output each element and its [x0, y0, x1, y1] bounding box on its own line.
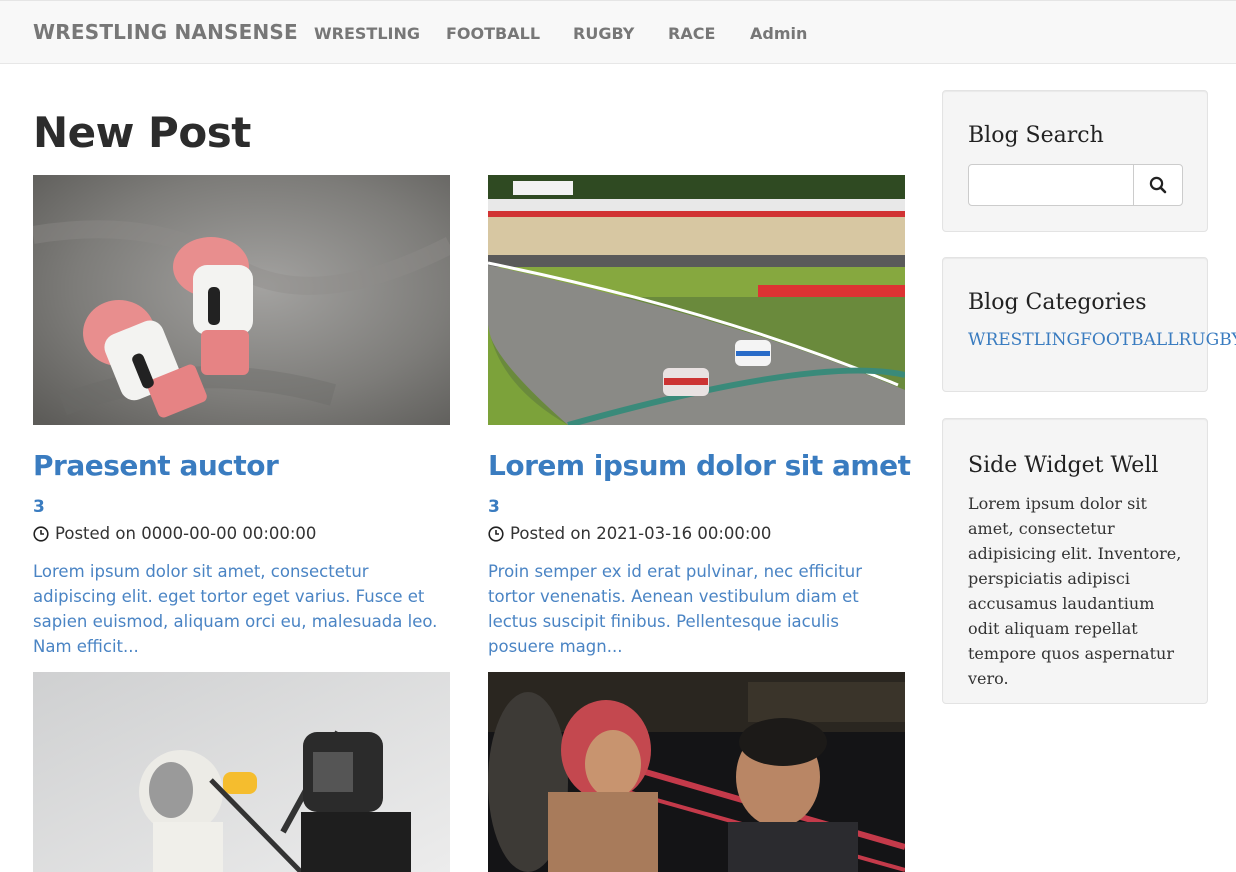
post-title[interactable]: Lorem ipsum dolor sit amet: [488, 449, 910, 482]
navbar: WRESTLING NANSENSE WRESTLING FOOTBALL RU…: [0, 0, 1236, 64]
post-excerpt: Proin semper ex id erat pulvinar, nec ef…: [488, 559, 905, 659]
search-well: Blog Search: [942, 90, 1208, 232]
categories-list: WRESTLINGFOOTBALLRUGBY: [968, 330, 1236, 350]
post-image-race-track[interactable]: [488, 175, 905, 425]
clock-icon: [33, 526, 49, 542]
post-date: Posted on 2021-03-16 00:00:00: [510, 524, 771, 543]
clock-icon: [488, 526, 504, 542]
categories-well: Blog Categories WRESTLINGFOOTBALLRUGBY: [942, 257, 1208, 392]
side-widget-title: Side Widget Well: [968, 453, 1158, 478]
navbar-brand[interactable]: WRESTLING NANSENSE: [33, 20, 298, 44]
search-icon: [1149, 176, 1167, 194]
search-button[interactable]: [1133, 164, 1183, 206]
nav-item-race[interactable]: RACE: [668, 24, 715, 43]
post-count[interactable]: 3: [33, 497, 45, 517]
post-count[interactable]: 3: [488, 497, 500, 517]
post-card: Praesent auctor 3 Posted on 0000-00-00 0…: [33, 175, 450, 425]
nav-item-rugby[interactable]: RUGBY: [573, 24, 634, 43]
side-widget-well: Side Widget Well Lorem ipsum dolor sit a…: [942, 418, 1208, 704]
category-link-wrestling[interactable]: WRESTLING: [968, 330, 1080, 350]
nav-item-wrestling[interactable]: WRESTLING: [314, 24, 420, 43]
page-title: New Post: [33, 108, 251, 157]
search-input[interactable]: [968, 164, 1134, 206]
post-meta: Posted on 2021-03-16 00:00:00: [488, 524, 771, 543]
post-image-lego-fencing[interactable]: [33, 672, 450, 872]
post-excerpt: Lorem ipsum dolor sit amet, consectetur …: [33, 559, 450, 659]
categories-title: Blog Categories: [968, 290, 1147, 315]
post-meta: Posted on 0000-00-00 00:00:00: [33, 524, 316, 543]
side-widget-text: Lorem ipsum dolor sit amet, consectetur …: [968, 491, 1188, 691]
category-link-football[interactable]: FOOTBALL: [1080, 330, 1178, 350]
post-image-boxing-match[interactable]: [488, 672, 905, 872]
nav-item-admin[interactable]: Admin: [750, 24, 807, 43]
post-title[interactable]: Praesent auctor: [33, 449, 278, 482]
nav-item-football[interactable]: FOOTBALL: [446, 24, 540, 43]
post-card: Lorem ipsum dolor sit amet 3 Posted on 2…: [488, 175, 905, 425]
category-link-rugby[interactable]: RUGBY: [1179, 330, 1236, 350]
search-title: Blog Search: [968, 123, 1104, 148]
post-date: Posted on 0000-00-00 00:00:00: [55, 524, 316, 543]
post-image-boxing-gloves[interactable]: [33, 175, 450, 425]
